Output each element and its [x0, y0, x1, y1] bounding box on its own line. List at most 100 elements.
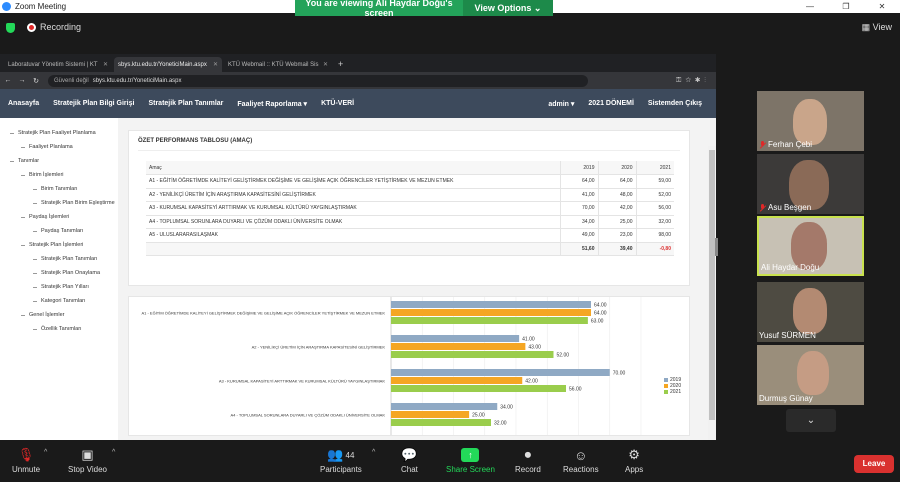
- tree-item-label: Kategori Tanımları: [41, 298, 86, 304]
- scroll-down-participants-button[interactable]: ⌄: [786, 409, 836, 432]
- reload-icon[interactable]: ↻: [30, 77, 42, 85]
- participant-tile[interactable]: Durmuş Günay: [757, 345, 864, 405]
- tab-close-icon[interactable]: ✕: [323, 61, 328, 68]
- participant-tile[interactable]: Asu Beşgen: [757, 154, 864, 214]
- tree-connector: [21, 216, 25, 218]
- tree-connector: [10, 132, 14, 134]
- legend-item: 2021: [664, 389, 681, 395]
- tab-close-icon[interactable]: ✕: [213, 61, 218, 68]
- nav-admin-menu[interactable]: admin ▾: [548, 100, 574, 108]
- tree-item-label: Faaliyet Planlama: [29, 144, 73, 150]
- tree-item-label: Stratejik Plan Birim Eşleştirme: [41, 200, 115, 206]
- sidebar-tree: Stratejik Plan Faaliyet Planlama Faaliyet…: [0, 118, 118, 440]
- participant-tile-active-speaker[interactable]: Ali Haydar Doğu: [757, 216, 864, 276]
- tree-item[interactable]: Stratejik Plan Yılları: [0, 280, 118, 294]
- tree-connector: [33, 272, 37, 274]
- tree-item-label: Tanımlar: [18, 158, 40, 164]
- tree-connector: [33, 188, 37, 190]
- table-cell: 52,00: [635, 188, 674, 202]
- maximize-icon[interactable]: ❐: [828, 0, 864, 13]
- view-options-button[interactable]: View Options ⌄: [463, 0, 553, 16]
- view-button[interactable]: ▦ View: [862, 22, 892, 33]
- split-resize-handle[interactable]: [715, 238, 718, 256]
- forward-icon[interactable]: →: [16, 77, 28, 84]
- bar-chart-svg: A1 - EĞİTİM ÖĞRETİMDE KALİTEYİ GELİŞTİRM…: [141, 297, 642, 435]
- table-cell: 34,00: [559, 215, 598, 229]
- browser-address-bar: ← → ↻ Güvenli değil sbys.ktu.edu.tr/Yone…: [0, 72, 716, 89]
- nav-logout[interactable]: Sistemden Çıkış: [648, 100, 702, 108]
- browser-tab[interactable]: Laboratuvar Yönetim Sistemi | KT ✕: [4, 57, 112, 72]
- participant-name: Yusuf SÜRMEN: [759, 331, 816, 340]
- chevron-down-icon: ⌄: [806, 415, 816, 426]
- browser-toolbar-icons[interactable]: ⚿☆✱⋮: [676, 77, 710, 85]
- tree-item[interactable]: Stratejik Plan Onaylama: [0, 266, 118, 280]
- url-input[interactable]: Güvenli değil sbys.ktu.edu.tr/YoneticiMa…: [48, 74, 588, 87]
- tree-item[interactable]: Stratejik Plan İşlemleri: [0, 238, 118, 252]
- tree-item[interactable]: Paydaş İşlemleri: [0, 210, 118, 224]
- tree-connector: [33, 286, 37, 288]
- security-shield-icon[interactable]: [6, 23, 15, 33]
- participants-button[interactable]: 👥 44 Participants ^: [320, 445, 375, 474]
- minimize-icon[interactable]: —: [792, 0, 828, 13]
- chat-button[interactable]: 💬 Chat: [401, 445, 418, 474]
- chevron-up-icon[interactable]: ^: [112, 449, 115, 456]
- leave-button[interactable]: Leave: [854, 455, 894, 473]
- nav-activity-reporting[interactable]: Faaliyet Raporlama ▾: [237, 100, 307, 108]
- nav-plan-info[interactable]: Stratejik Plan Bilgi Girişi: [53, 100, 134, 107]
- table-total-row: 51,60 39,40 -0,80: [146, 242, 674, 256]
- tree-item[interactable]: Birim İşlemleri: [0, 168, 118, 182]
- table-row: A4 - TOPLUMSAL SORUNLARA DUYARLI VE ÇÖZÜ…: [146, 215, 674, 229]
- browser-tab-active[interactable]: sbys.ktu.edu.tr/YoneticiMain.aspx ✕: [114, 57, 222, 72]
- apps-button[interactable]: ⚙ Apps: [625, 445, 643, 474]
- page-scrollbar[interactable]: [708, 146, 716, 440]
- participant-tile[interactable]: Ferhan Çebi: [757, 91, 864, 151]
- bar-value-label: 63.00: [591, 319, 604, 325]
- table-cell: 32,00: [635, 215, 674, 229]
- app-navbar: Anasayfa Stratejik Plan Bilgi Girişi Str…: [0, 89, 716, 118]
- tree-item[interactable]: Kategori Tanımları: [0, 294, 118, 308]
- reactions-button[interactable]: ☺ Reactions: [563, 445, 599, 475]
- tab-close-icon[interactable]: ✕: [103, 61, 108, 68]
- back-icon[interactable]: ←: [2, 77, 14, 84]
- share-screen-button[interactable]: ↑ Share Screen: [446, 445, 495, 474]
- tree-item[interactable]: Stratejik Plan Birim Eşleştirme: [0, 196, 118, 210]
- participant-tile[interactable]: Yusuf SÜRMEN: [757, 282, 864, 342]
- bar-value-label: 32.00: [494, 421, 507, 427]
- viewing-banner-text: You are viewing Ali Haydar Doğu's screen: [305, 0, 453, 18]
- tree-item[interactable]: Paydaş Tanımları: [0, 224, 118, 238]
- unmute-button[interactable]: 🎙 Unmute ^: [12, 445, 47, 474]
- chart-legend: 2019 2020 2021: [664, 377, 681, 395]
- participants-count: 44: [345, 450, 355, 460]
- zoom-toolbar: 🎙 Unmute ^ ▣ Stop Video ^ 👥 44 Participan…: [0, 442, 900, 482]
- table-cell: 41,00: [559, 188, 598, 202]
- table-cell: A2 - YENİLİKÇİ ÜRETİM İÇİN ARAŞTIRMA KAP…: [146, 188, 560, 202]
- record-button[interactable]: ⏺ Record: [515, 445, 541, 474]
- bar-value-label: 70.00: [613, 371, 626, 377]
- stop-video-button[interactable]: ▣ Stop Video ^: [68, 445, 115, 474]
- table-total-cell: [146, 242, 560, 256]
- new-tab-icon[interactable]: +: [338, 59, 343, 69]
- chevron-up-icon[interactable]: ^: [372, 449, 375, 456]
- tree-item[interactable]: Stratejik Plan Faaliyet Planlama: [0, 126, 118, 140]
- nav-plan-definitions[interactable]: Stratejik Plan Tanımlar: [148, 100, 223, 107]
- close-icon[interactable]: ✕: [864, 0, 900, 13]
- tree-item[interactable]: Faaliyet Planlama: [0, 140, 118, 154]
- tree-item[interactable]: Genel İşlemler: [0, 308, 118, 322]
- summary-card: ÖZET PERFORMANS TABLOSU (AMAÇ) Amaç 2019…: [128, 130, 690, 286]
- nav-period[interactable]: 2021 DÖNEMİ: [588, 100, 634, 108]
- tree-connector: [33, 258, 37, 260]
- tree-item-label: Stratejik Plan Tanımları: [41, 256, 98, 262]
- browser-tab[interactable]: KTÜ Webmail :: KTÜ Webmail Sis ✕: [224, 57, 332, 72]
- bar-value-label: 52.00: [557, 353, 570, 359]
- nav-home[interactable]: Anasayfa: [8, 100, 39, 107]
- nav-ktu-veri[interactable]: KTÜ-VERİ: [321, 100, 354, 107]
- tree-item-label: Stratejik Plan Faaliyet Planlama: [18, 130, 96, 136]
- scrollbar-thumb[interactable]: [709, 150, 715, 420]
- tree-item[interactable]: Stratejik Plan Tanımları: [0, 252, 118, 266]
- tree-item[interactable]: Özellik Tanımları: [0, 322, 118, 336]
- bar-2021: [391, 351, 554, 358]
- chevron-up-icon[interactable]: ^: [44, 449, 47, 456]
- tree-item[interactable]: Birim Tanımları: [0, 182, 118, 196]
- tree-item[interactable]: Tanımlar: [0, 154, 118, 168]
- bar-value-label: 42.00: [525, 379, 538, 385]
